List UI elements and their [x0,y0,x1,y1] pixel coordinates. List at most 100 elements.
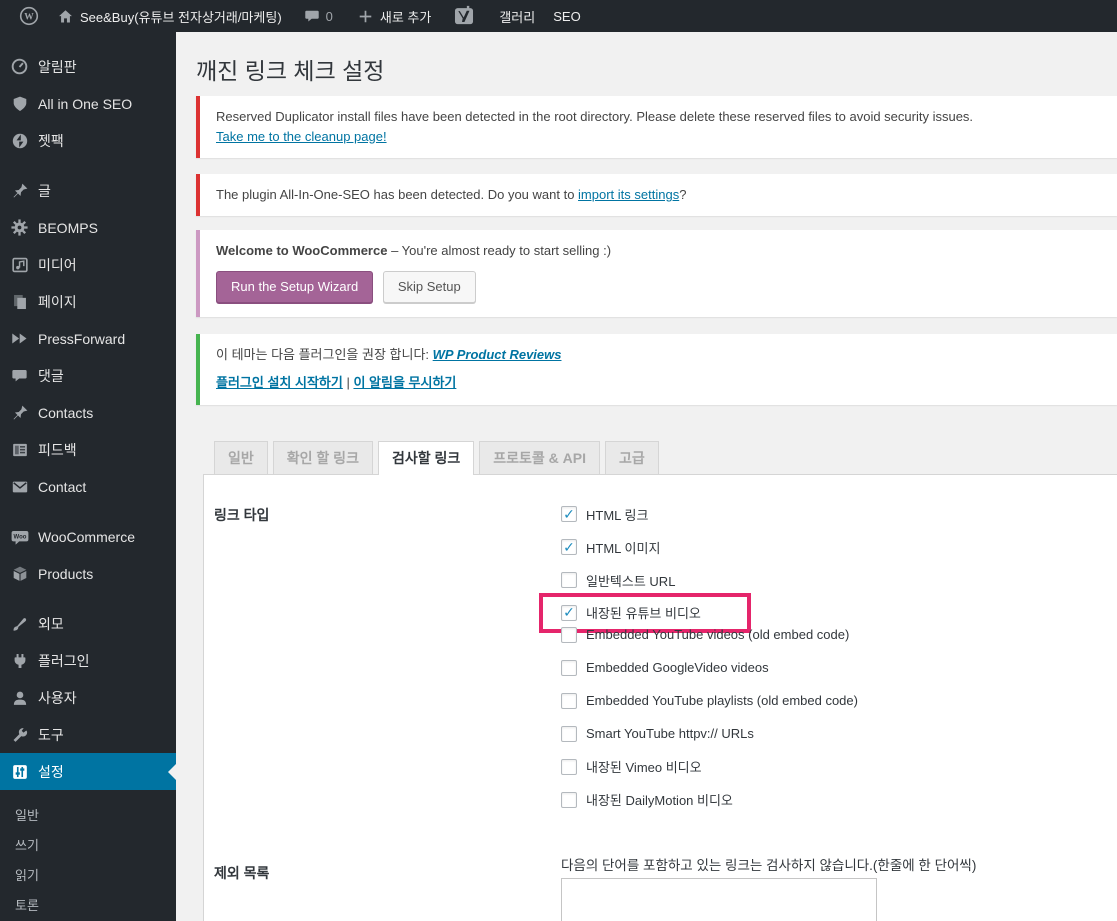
comments-menu[interactable]: 0 [295,0,342,32]
new-content-menu[interactable]: 새로 추가 [348,0,440,32]
sidebar-item-posts[interactable]: 글 [0,172,176,209]
sidebar-item-appearance[interactable]: 외모 [0,605,176,642]
sidebar-item-woocommerce[interactable]: Woo WooCommerce [0,518,176,555]
checkbox-label: Embedded YouTube videos (old embed code) [586,627,850,642]
skip-setup-button[interactable]: Skip Setup [382,271,476,303]
sidebar-item-label: 플러그인 [38,652,90,669]
tab-general[interactable]: 일반 [214,441,268,474]
sidebar-item-jetpack[interactable]: 젯팩 [0,122,176,159]
sidebar-item-label: 페이지 [38,293,77,310]
sidebar-item-beomps[interactable]: BEOMPS [0,209,176,246]
settings-panel: 링크 타입 HTML 링크 HTML 이미지 일반텍스트 URL [203,474,1117,921]
wrench-icon [9,725,30,745]
sidebar-item-label: PressForward [38,330,126,347]
admin-sidebar: 알림판 All in One SEO 젯팩 글 BEOMPS 미디어 페이지 P… [0,32,176,921]
checkbox-googlevideo[interactable] [561,659,577,676]
checkbox-html-links[interactable] [561,506,577,522]
wordpress-logo-icon: W [19,6,39,26]
checkbox-label: Embedded YouTube playlists (old embed co… [586,693,858,708]
checkbox-label: 내장된 유튜브 비디오 [586,606,701,621]
tab-protocols-apis[interactable]: 프로토콜 & API [479,441,600,474]
feedback-icon [9,440,30,460]
aioseo-notice-text: The plugin All-In-One-SEO has been detec… [216,187,579,202]
box-icon [9,564,30,584]
import-settings-link[interactable]: import its settings [578,187,679,202]
yoast-menu[interactable] [444,0,484,32]
sidebar-item-plugins[interactable]: 플러그인 [0,642,176,679]
gallery-menu[interactable]: 갤러리 [490,0,544,32]
seo-label: SEO [553,8,581,24]
checkbox-label: 내장된 DailyMotion 비디오 [586,793,733,808]
woocommerce-notice-text: – You're almost ready to start selling :… [387,243,612,258]
submenu-item-label: 쓰기 [15,837,39,853]
sidebar-item-contacts[interactable]: Contacts [0,394,176,431]
sidebar-item-label: 외모 [38,615,64,632]
pin-icon [9,181,30,201]
dismiss-notice-link[interactable]: 이 알림을 무시하기 [353,375,456,390]
checkbox-dailymotion[interactable] [561,791,577,808]
sidebar-item-pressforward[interactable]: PressForward [0,320,176,357]
exclusion-row: 제외 목록 다음의 단어를 포함하고 있는 링크는 검사하지 않습니다.(한줄에… [214,854,1117,921]
sidebar-item-label: All in One SEO [38,95,133,112]
checkbox-row-youtube-playlists: Embedded YouTube playlists (old embed co… [561,692,858,710]
plugin-icon [9,651,30,671]
checkbox-youtube-old-embed[interactable] [561,626,577,643]
checkbox-embedded-youtube[interactable] [561,604,577,621]
checkbox-label: Smart YouTube httpv:// URLs [586,726,754,741]
site-name: See&Buy(유튜브 전자상거래/마케팅) [80,9,282,25]
submenu-item-discussion[interactable]: 토론 [0,889,176,919]
checkbox-row-vimeo: 내장된 Vimeo 비디오 [561,758,858,776]
sidebar-item-dashboard[interactable]: 알림판 [0,48,176,85]
woocommerce-notice-title: Welcome to WooCommerce [216,243,388,258]
brush-icon [9,614,30,634]
tab-which-links-to-check[interactable]: 확인 할 링크 [272,441,373,474]
sidebar-item-comments[interactable]: 댓글 [0,357,176,394]
woo-icon: Woo [9,527,30,547]
submenu-item-writing[interactable]: 쓰기 [0,829,176,859]
checkbox-html-images[interactable] [561,539,577,555]
sidebar-item-feedback[interactable]: 피드백 [0,431,176,468]
seo-menu[interactable]: SEO [544,0,589,32]
sidebar-item-label: 도구 [38,726,64,743]
new-button-label: 새로 추가 [379,9,432,25]
settings-submenu: 일반 쓰기 읽기 토론 [0,799,176,919]
sidebar-item-all-in-one-seo[interactable]: All in One SEO [0,85,176,122]
sidebar-item-products[interactable]: Products [0,555,176,592]
yoast-seo-icon [453,5,475,27]
tab-look-for-links-in[interactable]: 검사할 링크 [377,441,475,475]
checkbox-vimeo[interactable] [561,758,577,775]
admin-bar: W See&Buy(유튜브 전자상거래/마케팅) 0 새로 추가 갤러리 SEO [0,0,1117,32]
checkbox-plaintext-urls[interactable] [561,572,577,588]
begin-installing-link[interactable]: 플러그인 설치 시작하기 [216,375,343,390]
wp-logo-menu[interactable]: W [10,0,48,32]
sidebar-item-label: 사용자 [38,689,77,706]
submenu-item-label: 읽기 [15,867,39,883]
sidebar-item-pages[interactable]: 페이지 [0,283,176,320]
gallery-label: 갤러리 [499,9,536,25]
exclusion-textarea[interactable] [561,877,877,921]
dashboard-icon [9,57,30,77]
checkbox-smart-youtube[interactable] [561,725,577,742]
tab-advanced[interactable]: 고급 [605,441,659,474]
sidebar-item-label: 알림판 [38,58,77,75]
submenu-item-label: 일반 [15,807,39,823]
submenu-item-reading[interactable]: 읽기 [0,859,176,889]
run-setup-wizard-button[interactable]: Run the Setup Wizard [216,271,374,303]
home-icon [57,8,74,25]
cleanup-page-link[interactable]: Take me to the cleanup page! [216,129,387,144]
sidebar-item-label: Contact [38,478,87,495]
comment-count: 0 [325,8,333,24]
submenu-item-general[interactable]: 일반 [0,799,176,829]
sidebar-item-tools[interactable]: 도구 [0,716,176,753]
sidebar-item-contact[interactable]: Contact [0,468,176,505]
site-link[interactable]: See&Buy(유튜브 전자상거래/마케팅) [48,0,291,32]
checkbox-youtube-playlists[interactable] [561,692,577,709]
duplicator-notice: Reserved Duplicator install files have b… [196,96,1117,158]
checkbox-row-dailymotion: 내장된 DailyMotion 비디오 [561,791,858,809]
wp-product-reviews-link[interactable]: WP Product Reviews [433,347,562,362]
theme-plugin-notice: 이 테마는 다음 플러그인을 권장 합니다: WP Product Review… [196,334,1117,405]
sidebar-item-users[interactable]: 사용자 [0,679,176,716]
sidebar-item-media[interactable]: 미디어 [0,246,176,283]
sidebar-item-settings[interactable]: 설정 [0,753,176,790]
checkbox-row-html-links: HTML 링크 [561,505,858,523]
